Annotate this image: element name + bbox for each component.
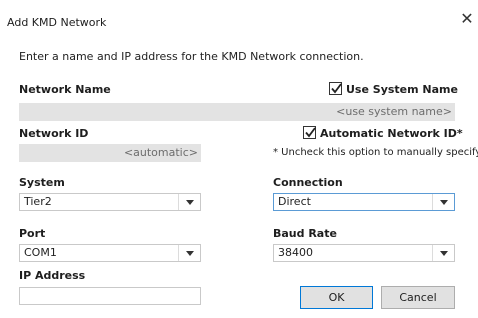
checkmark-icon (305, 127, 316, 138)
ip-address-input[interactable] (19, 287, 201, 305)
chevron-down-icon[interactable] (178, 245, 200, 261)
port-value: COM1 (24, 246, 57, 259)
system-value: Tier2 (24, 195, 52, 208)
window-title: Add KMD Network (7, 16, 107, 29)
connection-label: Connection (273, 176, 343, 189)
automatic-network-id-checkbox[interactable] (303, 126, 316, 139)
chevron-down-icon[interactable] (432, 245, 454, 261)
system-label: System (19, 176, 65, 189)
ok-button[interactable]: OK (300, 286, 373, 309)
chevron-down-icon[interactable] (178, 194, 200, 210)
connection-dropdown[interactable]: Direct (273, 193, 455, 211)
ip-address-label: IP Address (19, 269, 86, 282)
checkmark-icon (331, 83, 342, 94)
automatic-network-id-label: Automatic Network ID* (320, 127, 463, 140)
baud-rate-label: Baud Rate (273, 227, 337, 240)
connection-value: Direct (278, 195, 311, 208)
system-dropdown[interactable]: Tier2 (19, 193, 201, 211)
network-id-label: Network ID (19, 127, 89, 140)
close-icon[interactable]: ✕ (460, 11, 474, 27)
port-dropdown[interactable]: COM1 (19, 244, 201, 262)
instructions-text: Enter a name and IP address for the KMD … (19, 50, 364, 63)
baud-rate-value: 38400 (278, 246, 313, 259)
network-id-note: * Uncheck this option to manually specif… (273, 147, 478, 158)
baud-rate-dropdown[interactable]: 38400 (273, 244, 455, 262)
use-system-name-checkbox[interactable] (329, 82, 342, 95)
port-label: Port (19, 227, 46, 240)
chevron-down-icon[interactable] (432, 194, 454, 210)
use-system-name-label: Use System Name (346, 83, 458, 96)
cancel-button[interactable]: Cancel (381, 286, 455, 309)
network-name-label: Network Name (19, 83, 111, 96)
network-id-input[interactable]: <automatic> (19, 144, 201, 162)
network-name-input[interactable]: <use system name> (19, 103, 455, 121)
